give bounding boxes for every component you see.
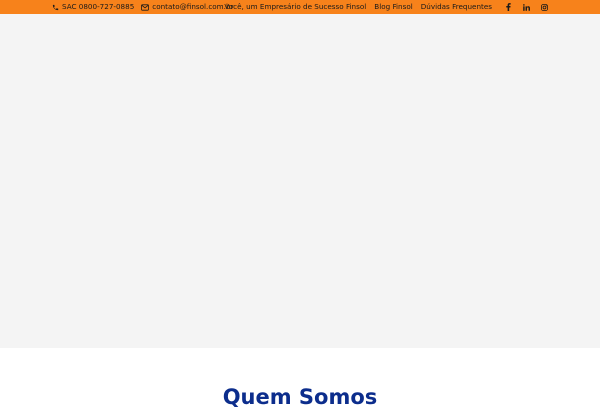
nav-blog-finsol[interactable]: Blog Finsol — [374, 0, 412, 14]
section-title: Quem Somos — [222, 385, 378, 410]
topbar-contacts: SAC 0800-727-0885 contato@finsol.com.br — [52, 0, 233, 14]
nav-duvidas-frequentes[interactable]: Dúvidas Frequentes — [421, 0, 492, 14]
linkedin-icon[interactable] — [522, 3, 530, 11]
topbar-nav: Você, um Empresário de Sucesso Finsol Bl… — [224, 0, 548, 14]
email-address: contato@finsol.com.br — [152, 2, 234, 11]
phone-contact[interactable]: SAC 0800-727-0885 — [52, 0, 134, 14]
social-links — [504, 3, 548, 11]
nav-empresario-sucesso[interactable]: Você, um Empresário de Sucesso Finsol — [224, 0, 366, 14]
phone-number: SAC 0800-727-0885 — [62, 2, 135, 11]
instagram-icon[interactable] — [540, 3, 548, 11]
mail-icon — [141, 3, 150, 11]
hero-banner — [0, 14, 600, 348]
phone-icon — [52, 4, 59, 11]
email-contact[interactable]: contato@finsol.com.br — [141, 0, 233, 14]
facebook-icon[interactable] — [504, 3, 512, 11]
top-bar: SAC 0800-727-0885 contato@finsol.com.br … — [0, 0, 600, 14]
